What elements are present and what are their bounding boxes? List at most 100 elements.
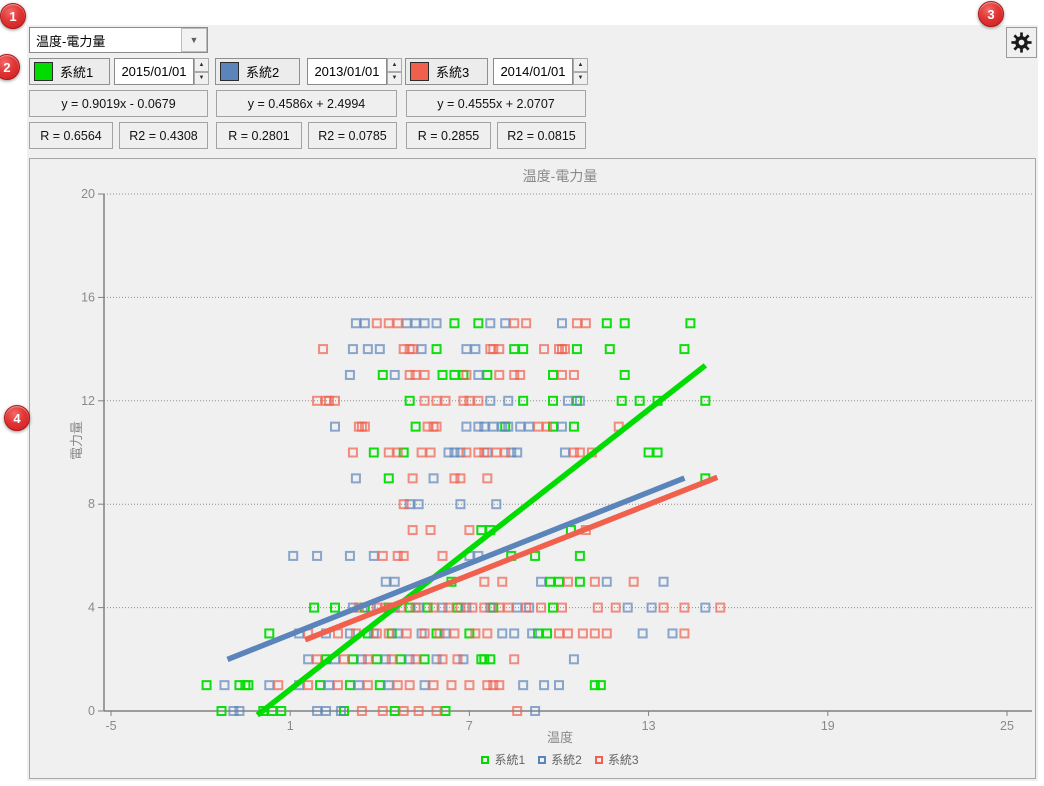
chart-legend: 系統1 系統2 系統3 xyxy=(100,751,1020,768)
scatter-point-series1 xyxy=(573,397,581,405)
regression2-r2-value: R2 = 0.0785 xyxy=(308,122,397,149)
chevron-down-icon[interactable]: ▼ xyxy=(181,28,207,52)
scatter-point-series2 xyxy=(289,552,297,560)
scatter-point-series2 xyxy=(498,629,506,637)
legend-item-series1: 系統1 xyxy=(481,751,525,768)
scatter-point-series2 xyxy=(355,681,363,689)
series2-date-field[interactable]: 2013/01/01 xyxy=(307,58,387,85)
series3-date-field[interactable]: 2014/01/01 xyxy=(493,58,573,85)
scatter-point-series3 xyxy=(573,319,581,327)
scatter-point-series1 xyxy=(453,604,461,612)
scatter-point-series3 xyxy=(594,604,602,612)
scatter-point-series2 xyxy=(403,319,411,327)
scatter-point-series3 xyxy=(486,345,494,353)
x-tick-label: 1 xyxy=(287,719,294,733)
scatter-point-series1 xyxy=(433,345,441,353)
gear-icon xyxy=(1010,31,1033,54)
scatter-point-series1 xyxy=(549,397,557,405)
scatter-point-series3 xyxy=(409,474,417,482)
scatter-point-series2 xyxy=(519,681,527,689)
scatter-point-series3 xyxy=(358,423,366,431)
scatter-point-series2 xyxy=(624,604,632,612)
scatter-point-series3 xyxy=(495,371,503,379)
scatter-point-series1 xyxy=(397,655,405,663)
y-tick-label: 0 xyxy=(88,704,95,718)
scatter-point-series1 xyxy=(501,423,509,431)
scatter-point-series2 xyxy=(331,423,339,431)
scatter-point-series2 xyxy=(325,681,333,689)
regression2-equation: y = 0.4586x + 2.4994 xyxy=(216,90,397,117)
scatter-point-series3 xyxy=(313,655,321,663)
scatter-point-series2 xyxy=(382,578,390,586)
scatter-point-series3 xyxy=(498,578,506,586)
scatter-point-series3 xyxy=(591,629,599,637)
scatter-point-series1 xyxy=(406,397,414,405)
scatter-point-series3 xyxy=(418,449,426,457)
legend-item-series2: 系統2 xyxy=(538,751,582,768)
series3-button[interactable]: 系統3 xyxy=(405,58,488,85)
scatter-point-series3 xyxy=(421,629,429,637)
y-tick-label: 8 xyxy=(88,497,95,511)
scatter-point-series1 xyxy=(376,681,384,689)
scatter-point-series2 xyxy=(220,681,228,689)
metric-selector-combobox[interactable]: 温度-電力量 ▼ xyxy=(29,27,208,53)
scatter-point-series3 xyxy=(385,319,393,327)
scatter-point-series3 xyxy=(522,604,530,612)
scatter-point-series3 xyxy=(483,629,491,637)
settings-button[interactable] xyxy=(1006,27,1037,58)
scatter-point-series2 xyxy=(537,578,545,586)
scatter-point-series2 xyxy=(513,604,521,612)
scatter-point-series3 xyxy=(465,681,473,689)
scatter-point-series1 xyxy=(385,474,393,482)
scatter-point-series3 xyxy=(591,578,599,586)
scatter-point-series3 xyxy=(373,629,381,637)
scatter-point-series2 xyxy=(555,681,563,689)
scatter-point-series2 xyxy=(516,423,524,431)
spin-down-icon[interactable]: ▼ xyxy=(573,72,588,86)
scatter-point-series2 xyxy=(486,397,494,405)
scatter-point-series2 xyxy=(349,345,357,353)
scatter-point-series2 xyxy=(364,345,372,353)
scatter-point-series2 xyxy=(561,449,569,457)
scatter-point-series1 xyxy=(483,371,491,379)
scatter-point-series1 xyxy=(549,604,557,612)
spin-down-icon[interactable]: ▼ xyxy=(387,72,402,86)
app-window: 温度-電力量 ▼ 系統1 2015/01/01 ▲ ▼ 系統2 2013/01/… xyxy=(0,0,1044,786)
spin-down-icon[interactable]: ▼ xyxy=(194,72,209,86)
scatter-point-series2 xyxy=(492,500,500,508)
scatter-point-series2 xyxy=(483,449,491,457)
scatter-point-series1 xyxy=(349,655,357,663)
scatter-point-series2 xyxy=(648,604,656,612)
series1-date-field[interactable]: 2015/01/01 xyxy=(114,58,194,85)
trend-line-series3 xyxy=(305,477,717,639)
scatter-point-series3 xyxy=(304,681,312,689)
scatter-point-series2 xyxy=(418,629,426,637)
scatter-point-series1 xyxy=(603,319,611,327)
scatter-point-series3 xyxy=(540,345,548,353)
scatter-point-series2 xyxy=(421,681,429,689)
scatter-point-series2 xyxy=(525,423,533,431)
scatter-point-series2 xyxy=(376,345,384,353)
annotation-badge-4: 4 xyxy=(4,405,30,431)
spin-up-icon[interactable]: ▲ xyxy=(387,58,402,72)
scatter-point-series3 xyxy=(427,526,435,534)
scatter-point-series2 xyxy=(525,604,533,612)
scatter-point-series3 xyxy=(385,629,393,637)
spin-up-icon[interactable]: ▲ xyxy=(194,58,209,72)
series1-button[interactable]: 系統1 xyxy=(29,58,110,85)
scatter-point-series1 xyxy=(346,681,354,689)
scatter-point-series3 xyxy=(612,604,620,612)
metric-selector-value: 温度-電力量 xyxy=(30,31,181,50)
spin-up-icon[interactable]: ▲ xyxy=(573,58,588,72)
y-tick-label: 4 xyxy=(88,601,95,615)
y-tick-label: 16 xyxy=(81,290,95,304)
series2-button[interactable]: 系統2 xyxy=(215,58,300,85)
scatter-point-series3 xyxy=(570,371,578,379)
scatter-point-series2 xyxy=(433,319,441,327)
scatter-point-series2 xyxy=(370,552,378,560)
scatter-point-series2 xyxy=(510,629,518,637)
scatter-point-series3 xyxy=(319,345,327,353)
scatter-point-series2 xyxy=(474,371,482,379)
scatter-point-series3 xyxy=(373,319,381,327)
scatter-point-series2 xyxy=(430,474,438,482)
